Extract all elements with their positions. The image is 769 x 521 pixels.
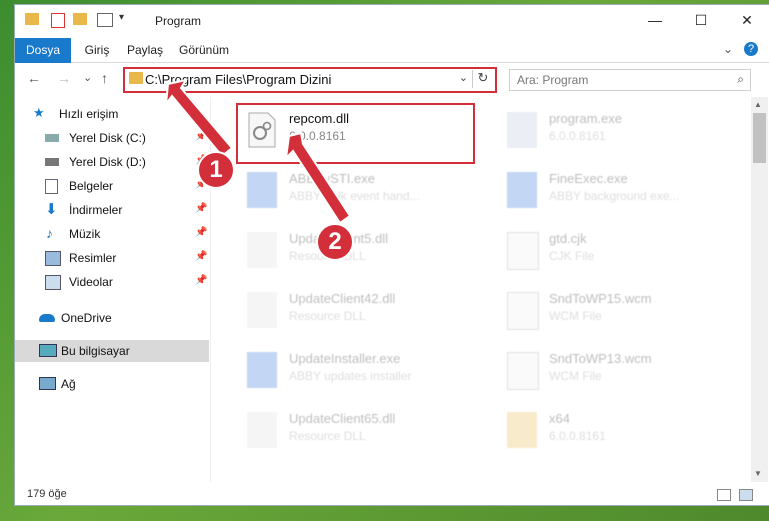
annotation-arrows bbox=[164, 78, 352, 225]
step-2-badge: 2 bbox=[316, 223, 354, 261]
arrow-2 bbox=[284, 131, 352, 225]
arrow-1 bbox=[164, 78, 234, 158]
step-1-badge: 1 bbox=[197, 151, 235, 189]
